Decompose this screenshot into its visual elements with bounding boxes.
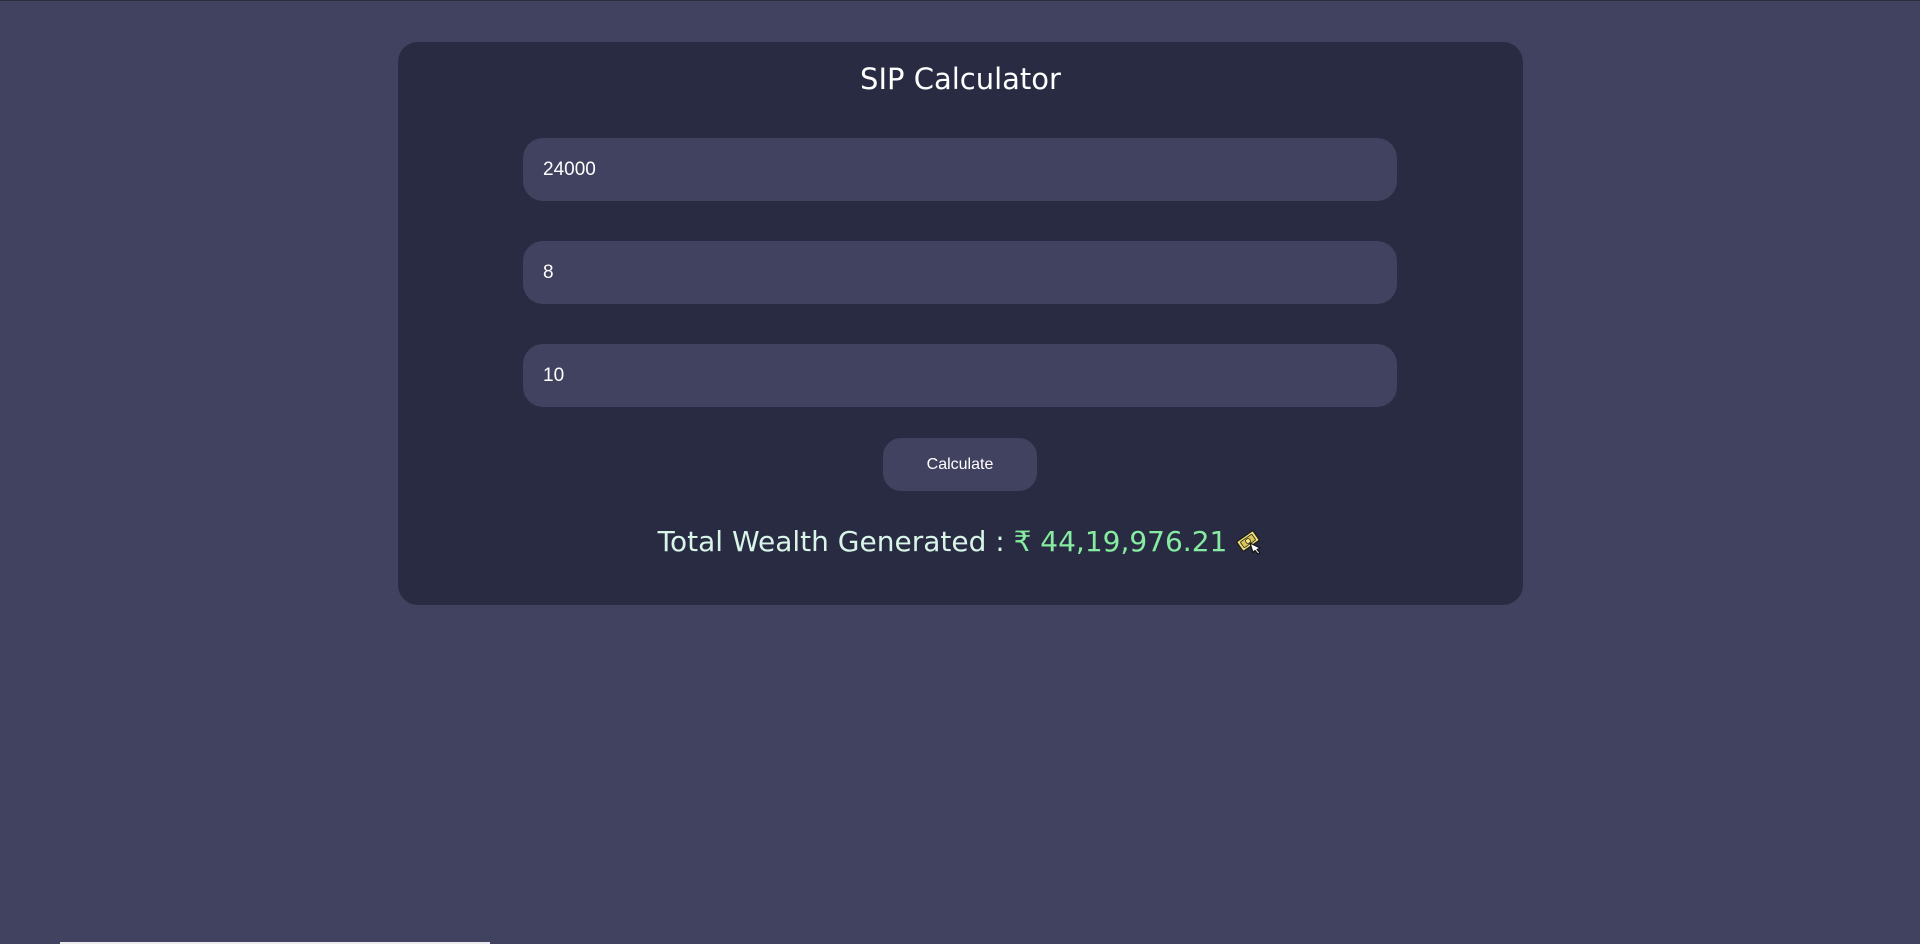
result-line: Total Wealth Generated : ₹ 44,19,976.21 <box>398 525 1523 558</box>
result-label: Total Wealth Generated : <box>657 525 1014 558</box>
time-period-input[interactable] <box>523 344 1397 407</box>
expected-return-input[interactable] <box>523 241 1397 304</box>
result-value: ₹ 44,19,976.21 <box>1013 525 1228 558</box>
money-with-wings-icon <box>1233 526 1263 556</box>
window-top-border <box>0 0 1920 1</box>
page-title: SIP Calculator <box>860 62 1061 96</box>
sip-calculator-card: SIP Calculator Calculate Total Wealth Ge… <box>398 42 1523 605</box>
calculate-button[interactable]: Calculate <box>883 438 1037 491</box>
monthly-investment-input[interactable] <box>523 138 1397 201</box>
